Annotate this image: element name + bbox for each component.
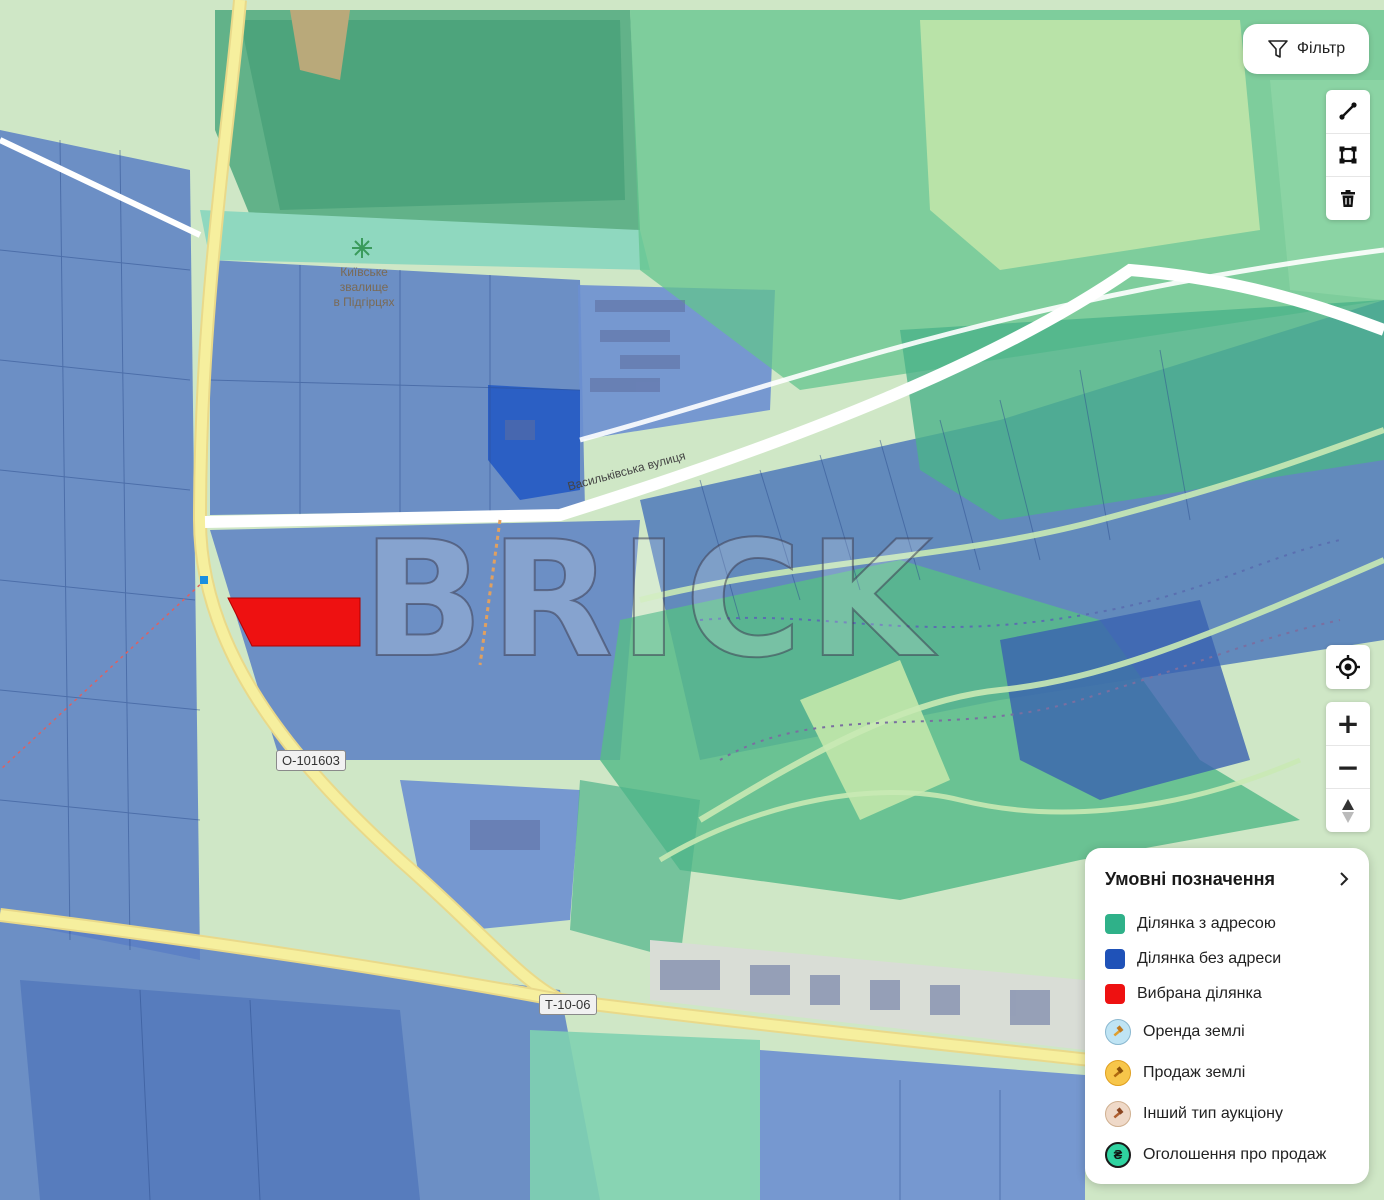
trash-button[interactable] — [1326, 177, 1370, 220]
parcel-zone-west — [0, 130, 200, 960]
legend-item-label: Інший тип аукціону — [1143, 1104, 1283, 1122]
point-marker — [200, 576, 208, 584]
poi-label: Київське звалище в Підгірцях — [333, 265, 395, 309]
legend-item-land-lease: Оренда землі — [1105, 1011, 1351, 1052]
legend-item-label: Ділянка без адреси — [1137, 949, 1282, 967]
legend-swatch-blue — [1105, 948, 1125, 969]
legend-item-label: Продаж землі — [1143, 1063, 1246, 1081]
poi-marker — [352, 238, 372, 258]
legend-item-label: Оголошення про продаж — [1143, 1145, 1327, 1163]
road-shield-t1006: Т-10-06 — [539, 994, 597, 1015]
gavel-icon — [1105, 1100, 1131, 1127]
zoom-out-button[interactable]: − — [1326, 746, 1370, 790]
parcel-zone-south-2 — [760, 1050, 1085, 1200]
forest-northeast — [920, 20, 1260, 270]
legend-item-label: Вибрана ділянка — [1137, 984, 1262, 1002]
polygon-draw-button[interactable] — [1326, 134, 1370, 178]
compass-icon — [1342, 798, 1354, 823]
filter-icon — [1268, 40, 1288, 58]
parcel-zone-south-1 — [530, 1030, 760, 1200]
line-draw-button[interactable] — [1326, 90, 1370, 134]
filter-label: Фільтр — [1296, 40, 1346, 57]
gavel-icon — [1105, 1059, 1131, 1086]
legend-item-land-sale: Продаж землі — [1105, 1052, 1351, 1093]
legend-item-parcel-with-address: Ділянка з адресою — [1105, 906, 1351, 941]
parcel-zone-southwest-inner — [20, 980, 420, 1200]
legend-item-parcel-without-address: Ділянка без адреси — [1105, 941, 1351, 976]
zoom-in-button[interactable]: + — [1326, 702, 1370, 746]
filter-button[interactable]: Фільтр — [1243, 24, 1369, 74]
legend-item-label: Ділянка з адресою — [1137, 914, 1276, 932]
line-draw-icon — [1339, 102, 1357, 120]
legend-swatch-green — [1105, 913, 1125, 934]
legend-item-label: Оренда землі — [1143, 1022, 1245, 1040]
compass-button[interactable] — [1326, 789, 1370, 832]
draw-toolbar — [1326, 90, 1370, 220]
legend-swatch-red — [1105, 983, 1125, 1004]
legend-title: Умовні позначення — [1105, 868, 1276, 889]
legend-item-sale-listing: ₴ Оголошення про продаж — [1105, 1134, 1351, 1175]
zoom-controls: + − — [1326, 702, 1370, 832]
legend-panel: Умовні позначення Ділянка з адресою Діля… — [1085, 848, 1369, 1184]
polygon-draw-icon — [1339, 146, 1357, 164]
parcel-zone-south-green — [570, 780, 700, 960]
road-shield-o101603: О-101603 — [276, 750, 346, 771]
chevron-right-icon — [1340, 872, 1349, 886]
locate-button[interactable] — [1326, 645, 1370, 689]
legend-item-selected-parcel: Вибрана ділянка — [1105, 976, 1351, 1011]
gavel-icon — [1105, 1018, 1131, 1045]
currency-icon: ₴ — [1105, 1141, 1131, 1168]
legend-item-other-auction: Інший тип аукціону — [1105, 1093, 1351, 1134]
legend-header[interactable]: Умовні позначення — [1105, 866, 1351, 892]
watermark: BRICK — [361, 506, 939, 693]
locate-icon — [1336, 655, 1360, 679]
trash-icon — [1341, 189, 1355, 207]
